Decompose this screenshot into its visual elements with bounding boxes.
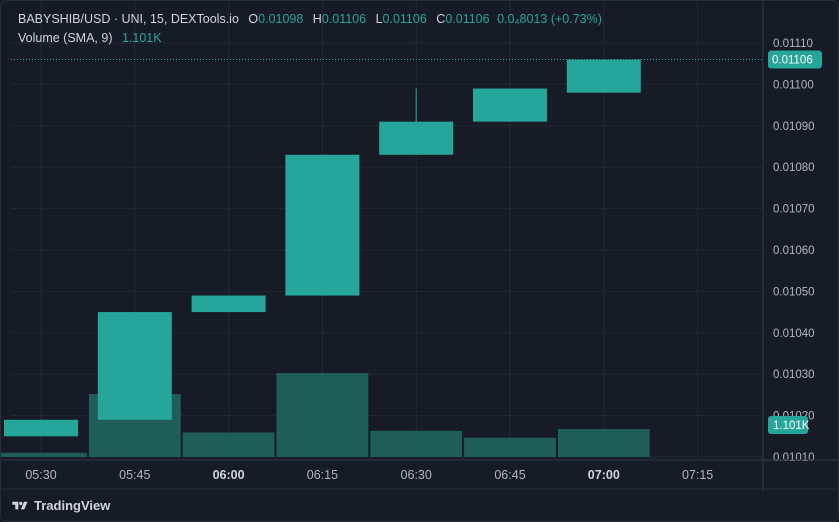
volume-bar: [276, 373, 369, 457]
candle-body[interactable]: [97, 312, 172, 420]
low-value: 0.01106: [382, 12, 427, 26]
volume-indicator-label[interactable]: Volume (SMA, 9): [18, 31, 112, 45]
candle-body[interactable]: [566, 59, 641, 93]
x-tick-label: 05:30: [25, 468, 56, 482]
candle-body[interactable]: [473, 88, 547, 122]
y-tick-label: 0.01070: [773, 204, 815, 216]
x-tick-label: 06:00: [213, 468, 245, 482]
y-tick-label: 0.01050: [773, 286, 815, 298]
high-label: H: [312, 12, 322, 26]
y-tick-label: 0.01030: [773, 369, 815, 381]
tradingview-logo-icon: [12, 501, 28, 509]
change-value: 0.0₄8013 (+0.73%): [497, 12, 602, 26]
open-label: O: [248, 12, 259, 26]
y-tick-label: 0.01110: [773, 38, 813, 50]
last-price-tag-label: 0.01106: [772, 55, 813, 67]
volume-legend: Volume (SMA, 9) 1.101K: [18, 31, 162, 45]
x-tick-label: 07:00: [588, 468, 620, 482]
y-tick-label: 0.01040: [773, 328, 815, 340]
y-tick-label: 0.01010: [773, 452, 815, 464]
y-tick-label: 0.01060: [773, 245, 815, 257]
x-tick-label: 06:45: [494, 468, 525, 482]
ohlc-legend: BABYSHIB/USD · UNI, 15, DEXTools.io O0.0…: [18, 12, 602, 26]
x-tick-label: 06:30: [401, 468, 432, 482]
volume-bar: [370, 430, 463, 457]
volume-tag-label: 1.101K: [773, 420, 810, 432]
open-value: 0.01098: [258, 12, 304, 26]
volume-bar: [182, 432, 275, 457]
tradingview-logo[interactable]: TradingView: [11, 498, 110, 513]
candle-body[interactable]: [285, 154, 360, 296]
candle-body[interactable]: [4, 419, 78, 437]
chart-frame: 0.01110 0.01100 0.01090 0.01080 0.01070 0.010…: [0, 0, 839, 522]
low-label: L: [375, 12, 383, 26]
symbol-label[interactable]: BABYSHIB/USD · UNI, 15, DEXTools.io: [18, 12, 239, 26]
high-value: 0.01106: [321, 12, 367, 26]
y-tick-label: 0.01090: [773, 121, 815, 133]
x-tick-label: 06:15: [307, 468, 338, 482]
volume-bar: [1, 452, 87, 457]
chart-canvas[interactable]: 0.01110 0.01100 0.01090 0.01080 0.01070 0.010…: [1, 1, 838, 521]
brand-label: TradingView: [34, 498, 111, 513]
candle-body[interactable]: [379, 121, 454, 155]
volume-indicator-value: 1.101K: [121, 31, 162, 45]
y-tick-label: 0.01100: [773, 79, 814, 91]
volume-bar: [464, 437, 556, 457]
volume-bar: [557, 429, 650, 457]
x-tick-label: 05:45: [119, 468, 150, 482]
y-tick-label: 0.01080: [773, 162, 815, 174]
x-tick-label: 07:15: [682, 468, 713, 482]
close-value: 0.01106: [445, 12, 490, 26]
close-label: C: [436, 12, 446, 26]
candle-body[interactable]: [191, 295, 266, 313]
